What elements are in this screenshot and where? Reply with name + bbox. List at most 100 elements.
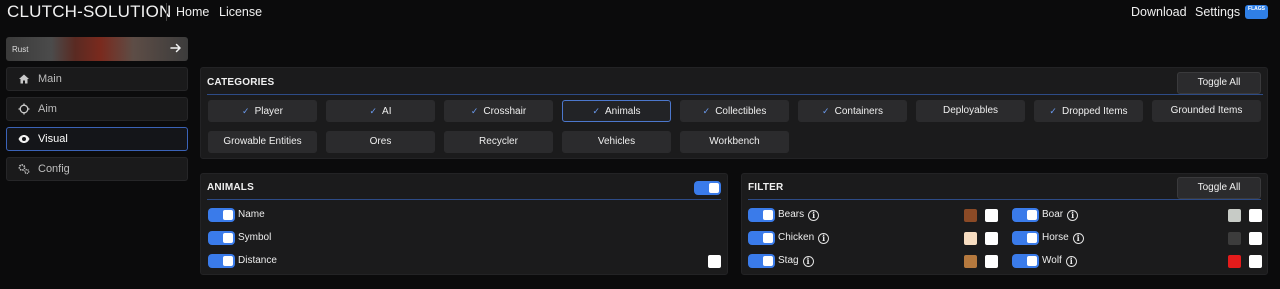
animals-title: ANIMALS [207, 182, 254, 193]
categories-toggle-all-button[interactable]: Toggle All [1177, 72, 1261, 94]
wolf-color-swatch[interactable] [1228, 255, 1241, 268]
category-dropped-items-button[interactable]: ✓ Dropped Items [1034, 100, 1143, 122]
stag-checkbox[interactable] [985, 255, 998, 268]
category-crosshair-button[interactable]: ✓ Crosshair [444, 100, 553, 122]
distance-checkbox[interactable] [708, 255, 721, 268]
horse-color-swatch[interactable] [1228, 232, 1241, 245]
checkmark-icon: ✓ [702, 106, 711, 116]
crosshair-icon [18, 103, 30, 115]
toggle-knob [223, 210, 233, 220]
checkmark-icon: ✓ [242, 106, 250, 116]
category-label: Workbench [709, 136, 760, 147]
info-icon[interactable]: i [1065, 256, 1077, 267]
filter-toggle-all-button[interactable]: Toggle All [1177, 177, 1261, 199]
chicken-toggle[interactable] [748, 231, 775, 245]
toggle-knob [223, 256, 233, 266]
sidebar-item-main[interactable]: Main [6, 67, 188, 91]
brand-divider [166, 3, 167, 21]
arrow-right-icon[interactable] [169, 41, 183, 55]
toggle-knob [763, 256, 773, 266]
checkmark-icon: ✓ [369, 106, 378, 116]
name-toggle[interactable] [208, 208, 235, 222]
category-label: Player [254, 106, 283, 117]
stag-color-swatch[interactable] [964, 255, 977, 268]
category-label: Animals [604, 106, 641, 117]
category-label: Deployables [942, 105, 999, 116]
sidebar-item-label: Config [38, 163, 70, 175]
bears-row-label: Bears i [778, 209, 820, 221]
category-grounded-items-button[interactable]: Grounded Items [1152, 100, 1261, 122]
wolf-row-label: Wolf i [1042, 255, 1077, 267]
horse-toggle[interactable] [1012, 231, 1039, 245]
category-workbench-button[interactable]: Workbench [680, 131, 789, 153]
nav-settings-link[interactable]: Settings [1195, 5, 1240, 19]
category-containers-button[interactable]: ✓ Containers [798, 100, 907, 122]
category-ores-button[interactable]: Ores [326, 131, 435, 153]
language-flag-icon[interactable]: FLAGS [1245, 5, 1268, 19]
stag-row-label: Stag i [778, 255, 814, 267]
wolf-checkbox[interactable] [1249, 255, 1262, 268]
category-growable-entities-button[interactable]: Growable Entities [208, 131, 317, 153]
toggle-knob [1027, 256, 1037, 266]
toggle-knob [709, 183, 719, 193]
horse-checkbox[interactable] [1249, 232, 1262, 245]
category-animals-button[interactable]: ✓ Animals [562, 100, 671, 122]
boar-row-label: Boar i [1042, 209, 1079, 221]
category-player-button[interactable]: ✓ Player [208, 100, 317, 122]
game-name: Rust [12, 45, 29, 54]
game-selector[interactable]: Rust [6, 37, 188, 61]
wolf-toggle[interactable] [1012, 254, 1039, 268]
sidebar-item-visual[interactable]: Visual [6, 127, 188, 151]
info-icon[interactable]: i [808, 210, 820, 221]
sidebar-item-aim[interactable]: Aim [6, 97, 188, 121]
symbol-toggle[interactable] [208, 231, 235, 245]
chicken-color-swatch[interactable] [964, 232, 977, 245]
animals-master-toggle[interactable] [694, 181, 721, 195]
category-vehicles-button[interactable]: Vehicles [562, 131, 671, 153]
category-label: Dropped Items [1061, 106, 1128, 117]
language-flag-text: FLAGS [1248, 6, 1265, 12]
boar-color-swatch[interactable] [1228, 209, 1241, 222]
nav-license-link[interactable]: License [219, 5, 262, 19]
boar-checkbox[interactable] [1249, 209, 1262, 222]
distance-label: Distance [238, 255, 277, 266]
boar-toggle[interactable] [1012, 208, 1039, 222]
checkmark-icon: ✓ [470, 106, 479, 116]
info-icon[interactable]: i [818, 233, 830, 244]
category-ai-button[interactable]: ✓ AI [326, 100, 435, 122]
sidebar-item-label: Main [38, 73, 62, 85]
category-label: Growable Entities [223, 136, 302, 147]
info-icon[interactable]: i [1067, 210, 1079, 221]
stag-label: Stag [778, 255, 799, 266]
sidebar-item-label: Aim [38, 103, 57, 115]
checkmark-icon: ✓ [1049, 106, 1057, 116]
category-label: Recycler [479, 136, 518, 147]
eye-icon [18, 135, 30, 143]
bears-checkbox[interactable] [985, 209, 998, 222]
stag-toggle[interactable] [748, 254, 775, 268]
checkmark-icon: ✓ [822, 106, 830, 116]
chicken-checkbox[interactable] [985, 232, 998, 245]
category-label: Containers [834, 106, 883, 117]
horse-label: Horse [1042, 232, 1069, 243]
category-label: Crosshair [483, 106, 527, 117]
nav-download-link[interactable]: Download [1131, 5, 1187, 19]
bears-color-swatch[interactable] [964, 209, 977, 222]
wolf-label: Wolf [1042, 255, 1062, 266]
category-deployables-button[interactable]: Deployables [916, 100, 1025, 122]
name-label: Name [238, 209, 265, 220]
categories-panel: CATEGORIES Toggle All ✓ Player ✓ AI ✓ Crossha… [200, 67, 1268, 159]
category-recycler-button[interactable]: Recycler [444, 131, 553, 153]
bears-toggle[interactable] [748, 208, 775, 222]
distance-toggle[interactable] [208, 254, 235, 268]
info-icon[interactable]: i [1072, 233, 1084, 244]
category-collectibles-button[interactable]: ✓ Collectibles [680, 100, 789, 122]
sidebar-item-config[interactable]: Config [6, 157, 188, 181]
bears-label: Bears [778, 209, 805, 220]
nav-home-link[interactable]: Home [176, 5, 209, 19]
animals-divider [207, 199, 721, 200]
category-label: Grounded Items [1170, 105, 1243, 116]
filter-panel: FILTER Toggle All Bears i Chicken i Stag i … [741, 173, 1268, 275]
toggle-knob [763, 233, 773, 243]
info-icon[interactable]: i [802, 256, 814, 267]
